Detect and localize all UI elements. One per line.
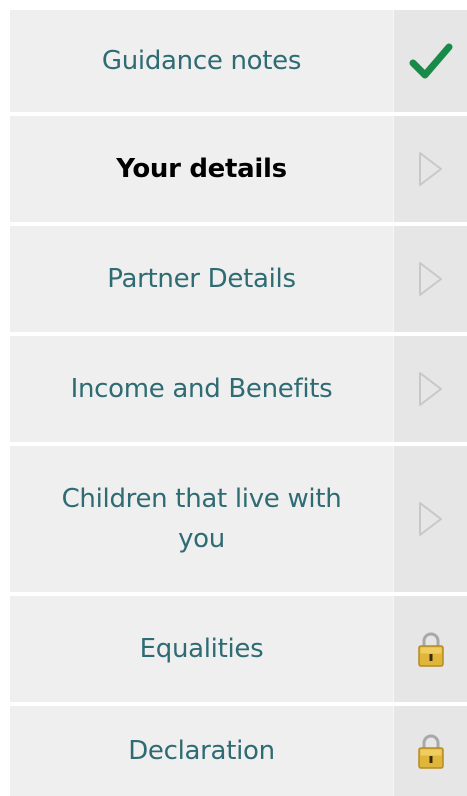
nav-item-status-cell xyxy=(393,446,467,592)
nav-item-label: Declaration xyxy=(128,736,275,766)
padlock-icon xyxy=(417,732,445,770)
nav-item-label: Guidance notes xyxy=(101,46,302,76)
section-navigation: Guidance notes Your details Partner Deta… xyxy=(0,0,467,796)
nav-item-label: Your details xyxy=(116,154,287,184)
nav-item-status-cell xyxy=(393,10,467,112)
padlock-icon xyxy=(417,630,445,668)
nav-item-label: Partner Details xyxy=(107,264,296,294)
nav-item-label: Income and Benefits xyxy=(70,374,333,404)
nav-item-status-cell xyxy=(393,596,467,702)
play-arrow-icon xyxy=(418,151,444,187)
nav-item-status-cell xyxy=(393,116,467,222)
nav-item-guidance-notes[interactable]: Guidance notes xyxy=(10,10,467,112)
nav-item-label-cell: Guidance notes xyxy=(10,10,393,112)
play-arrow-icon xyxy=(418,261,444,297)
nav-item-partner-details[interactable]: Partner Details xyxy=(10,226,467,332)
nav-item-status-cell xyxy=(393,706,467,796)
nav-item-status-cell xyxy=(393,226,467,332)
nav-item-equalities[interactable]: Equalities xyxy=(10,596,467,702)
play-arrow-icon xyxy=(418,501,444,537)
play-arrow-icon xyxy=(418,371,444,407)
nav-item-label-cell: Your details xyxy=(10,116,393,222)
nav-item-your-details[interactable]: Your details xyxy=(10,116,467,222)
nav-item-label-cell: Income and Benefits xyxy=(10,336,393,442)
nav-item-income-and-benefits[interactable]: Income and Benefits xyxy=(10,336,467,442)
nav-item-label: Equalities xyxy=(139,634,264,664)
nav-item-label-cell: Equalities xyxy=(10,596,393,702)
checkmark-icon xyxy=(409,41,453,81)
nav-item-label-cell: Partner Details xyxy=(10,226,393,332)
nav-item-status-cell xyxy=(393,336,467,442)
nav-item-declaration[interactable]: Declaration xyxy=(10,706,467,796)
nav-item-label: Children that live with you xyxy=(61,484,342,554)
nav-item-label-cell: Children that live with you xyxy=(10,446,393,592)
nav-item-children-that-live-with-you[interactable]: Children that live with you xyxy=(10,446,467,592)
nav-item-label-cell: Declaration xyxy=(10,706,393,796)
